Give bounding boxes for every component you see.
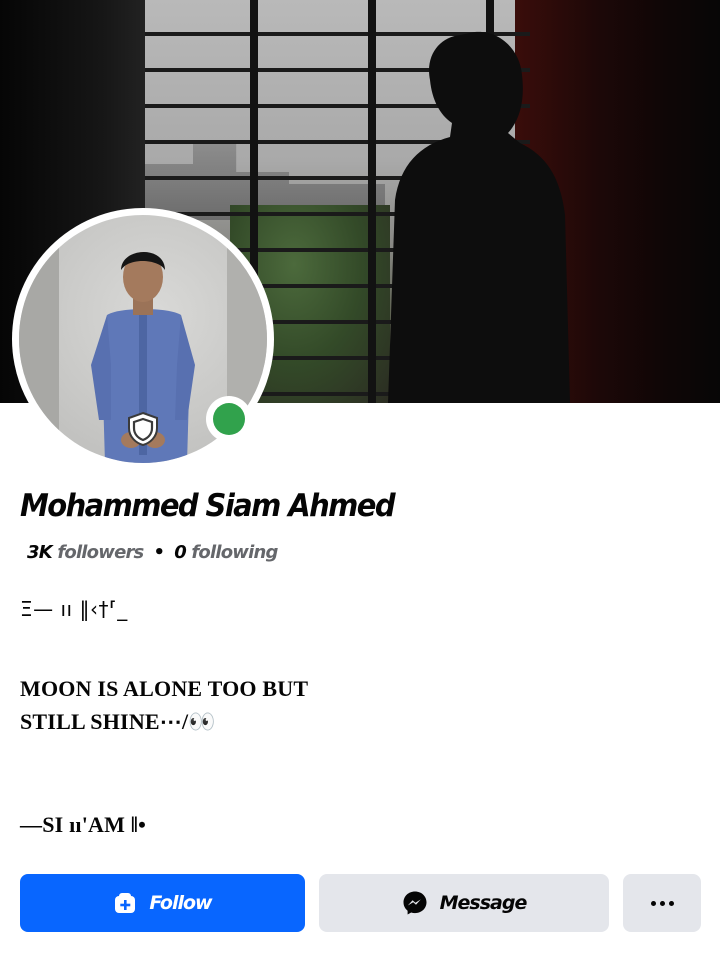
bio-line-3: STILL SHINE⋯/👀 (20, 709, 216, 734)
online-dot-icon (213, 403, 245, 435)
profile-stats: 3K followers • 0 following (27, 542, 278, 563)
profile-name: Mohammed Siam Ahmed (20, 486, 396, 524)
message-button[interactable]: Message (319, 874, 609, 932)
messenger-icon (402, 890, 428, 916)
follow-label: Follow (149, 892, 212, 914)
profile-guard-shield-icon (124, 410, 162, 448)
more-options-button[interactable] (623, 874, 701, 932)
followers-label: followers (57, 542, 144, 563)
followers-count: 3K (27, 542, 53, 563)
bio-line-4: —SI ıı'AM ‖• (20, 812, 147, 837)
message-label: Message (439, 892, 528, 914)
more-dots-icon (650, 900, 674, 906)
online-status-indicator (206, 396, 252, 442)
bio-line-1: Ξ— ıı ‖‹†⸢_ (20, 597, 128, 621)
follow-button[interactable]: Follow (20, 874, 305, 932)
following-label: following (191, 542, 278, 563)
following-link[interactable]: 0 following (174, 542, 278, 563)
bio-line-2: MOON IS ALONE TOO BUT (20, 676, 309, 701)
following-count: 0 (174, 542, 187, 563)
followers-link[interactable]: 3K followers (27, 542, 144, 563)
cover-silhouette (388, 31, 570, 403)
add-friend-icon (113, 891, 137, 915)
stats-separator: • (153, 542, 165, 563)
